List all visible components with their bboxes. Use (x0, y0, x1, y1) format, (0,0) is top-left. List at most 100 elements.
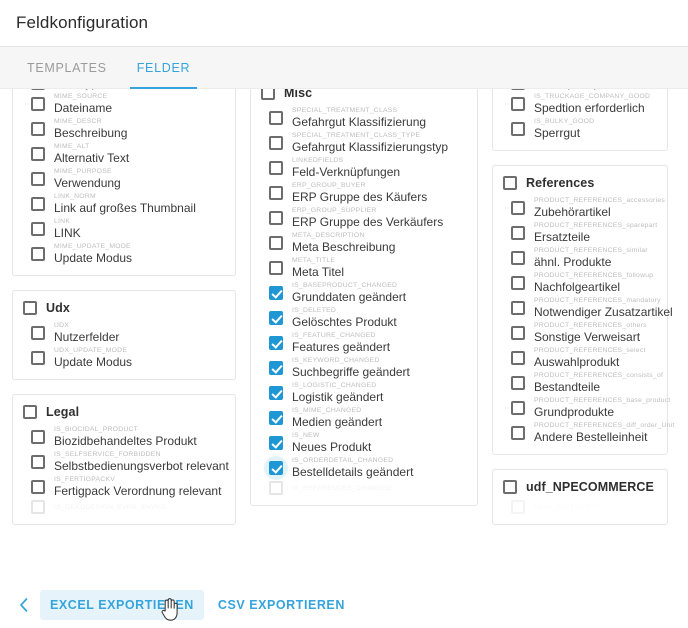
checkbox-unchecked-icon[interactable] (31, 429, 45, 444)
checkbox-unchecked-icon[interactable] (31, 196, 45, 211)
checkbox-unchecked-icon[interactable] (511, 96, 525, 111)
checkbox-hit-area[interactable] (26, 242, 50, 266)
checkbox-unchecked-icon[interactable] (269, 260, 283, 275)
checkbox-unchecked-icon[interactable] (31, 350, 45, 365)
checkbox-hit-area[interactable] (264, 231, 288, 255)
checkbox-unchecked-icon[interactable] (511, 200, 525, 215)
checkbox-hit-area[interactable] (264, 106, 288, 130)
field-checkbox-row[interactable]: IS_LOGISTIC_CHANGED Logistik geändert (259, 380, 469, 405)
field-checkbox-row[interactable]: UDX Nutzerfelder (21, 320, 227, 345)
checkbox-unchecked-icon[interactable] (31, 89, 45, 90)
checkbox-hit-area[interactable] (264, 381, 288, 405)
checkbox-checked-icon[interactable] (269, 435, 283, 450)
field-checkbox-row[interactable]: PRODUCT_REFERENCES_followup Nachfolgearti… (501, 270, 659, 295)
field-checkbox-row[interactable]: META_TITLE Meta Titel (259, 255, 469, 280)
field-checkbox-row[interactable]: META_DESCRIPTION Meta Beschreibung (259, 230, 469, 255)
checkbox-unchecked-icon[interactable] (511, 500, 525, 514)
checkbox-hit-area[interactable] (264, 406, 288, 430)
field-checkbox-row[interactable]: IS_BIOCIDAL_PRODUCT Biozidbehandeltes Pro… (21, 424, 227, 449)
field-checkbox-row[interactable]: SPECIAL_TREATMENT_CLASS Gefahrgut Klassif… (259, 105, 469, 130)
checkbox-unchecked-icon[interactable] (31, 121, 45, 136)
checkbox-unchecked-icon[interactable] (511, 425, 525, 440)
checkbox-hit-area[interactable] (264, 476, 288, 500)
checkbox-unchecked-icon[interactable] (511, 89, 525, 90)
checkbox-hit-area[interactable] (506, 396, 530, 420)
checkbox-unchecked-icon[interactable] (31, 146, 45, 161)
checkbox-hit-area[interactable] (26, 495, 50, 519)
group-header[interactable]: References (501, 173, 659, 195)
checkbox-unchecked-icon[interactable] (31, 246, 45, 261)
field-checkbox-row[interactable]: PRODUCT_REFERENCES_select Auswahlprodukt (501, 345, 659, 370)
checkbox-hit-area[interactable] (506, 271, 530, 295)
checkbox-unchecked-icon[interactable] (269, 160, 283, 175)
field-checkbox-row[interactable]: MIME_ALT Alternativ Text (21, 141, 227, 166)
checkbox-unchecked-icon[interactable] (269, 210, 283, 225)
checkbox-hit-area[interactable] (26, 346, 50, 370)
checkbox-hit-area[interactable] (498, 171, 522, 195)
checkbox-unchecked-icon[interactable] (269, 235, 283, 250)
checkbox-unchecked-icon[interactable] (31, 171, 45, 186)
field-checkbox-row[interactable]: MIME_UPDATE_MODE Update Modus (21, 241, 227, 266)
checkbox-unchecked-icon[interactable] (31, 500, 45, 514)
field-checkbox-row[interactable]: IS_TRUCKAGE_COMPANY_GOOD Spedtion erforde… (501, 91, 659, 116)
checkbox-unchecked-icon[interactable] (511, 375, 525, 390)
checkbox-hit-area[interactable] (26, 92, 50, 116)
checkbox-hit-area[interactable] (26, 117, 50, 141)
field-checkbox-row[interactable]: IS_OEKODESIGN_EVPG_ENVKG (21, 499, 227, 515)
fields-scroll-area[interactable]: DateitypMIME_SOURCEDateinameMIME_DESCRBe… (0, 89, 688, 582)
field-checkbox-row[interactable]: LINK_NORM Link auf großes Thumbnail (21, 191, 227, 216)
checkbox-hit-area[interactable] (26, 425, 50, 449)
checkbox-unchecked-icon[interactable] (269, 110, 283, 125)
checkbox-hit-area[interactable] (256, 89, 280, 105)
checkbox-hit-area[interactable] (264, 281, 288, 305)
checkbox-unchecked-icon[interactable] (23, 301, 37, 315)
field-checkbox-row[interactable]: PRODUCT_REFERENCES_similar ähnl. Produkte (501, 245, 659, 270)
checkbox-hit-area[interactable] (506, 117, 530, 141)
field-checkbox-row[interactable]: PRODUCT_REFERENCES_sparepart Ersatzteile (501, 220, 659, 245)
field-checkbox-row[interactable]: MIME_SOURCE Dateiname (21, 91, 227, 116)
group-header[interactable]: Legal (21, 402, 227, 424)
checkbox-hit-area[interactable] (506, 246, 530, 270)
checkbox-unchecked-icon[interactable] (511, 275, 525, 290)
checkbox-hit-area[interactable] (26, 217, 50, 241)
checkbox-checked-icon[interactable] (269, 335, 283, 350)
checkbox-hit-area[interactable] (264, 181, 288, 205)
checkbox-checked-icon[interactable] (269, 360, 283, 375)
checkbox-hit-area[interactable] (264, 306, 288, 330)
checkbox-unchecked-icon[interactable] (511, 400, 525, 415)
field-checkbox-row[interactable]: IS_KEYWORD_CHANGED Suchbegriffe geändert (259, 355, 469, 380)
checkbox-hit-area[interactable] (506, 371, 530, 395)
field-checkbox-row[interactable]: ERP_GROUP_SUPPLIER ERP Gruppe des Verkäuf… (259, 205, 469, 230)
checkbox-checked-icon[interactable] (269, 310, 283, 325)
field-checkbox-row[interactable]: PRODUCT_REFERENCES_others Sonstige Verwei… (501, 320, 659, 345)
checkbox-unchecked-icon[interactable] (503, 480, 517, 494)
checkbox-unchecked-icon[interactable] (23, 405, 37, 419)
checkbox-checked-icon[interactable] (269, 385, 283, 400)
checkbox-hit-area[interactable] (26, 321, 50, 345)
checkbox-unchecked-icon[interactable] (31, 454, 45, 469)
checkbox-unchecked-icon[interactable] (511, 325, 525, 340)
checkbox-hit-area[interactable] (264, 131, 288, 155)
checkbox-unchecked-icon[interactable] (269, 135, 283, 150)
checkbox-hit-area[interactable] (264, 356, 288, 380)
checkbox-hit-area[interactable] (18, 296, 42, 320)
field-checkbox-row[interactable]: PRODUCT_REFERENCES_consists_of Bestandtei… (501, 370, 663, 395)
group-header[interactable]: Udx (21, 298, 227, 320)
checkbox-hit-area[interactable] (18, 400, 42, 424)
checkbox-hit-area[interactable] (506, 296, 530, 320)
checkbox-unchecked-icon[interactable] (511, 350, 525, 365)
checkbox-unchecked-icon[interactable] (31, 479, 45, 494)
checkbox-hit-area[interactable] (26, 142, 50, 166)
field-checkbox-row[interactable]: IS_DELETED Gelöschtes Produkt (259, 305, 469, 330)
field-checkbox-row[interactable]: ERP_GROUP_BUYER ERP Gruppe des Käufers (259, 180, 469, 205)
checkbox-hit-area[interactable] (26, 167, 50, 191)
chevron-left-icon[interactable] (10, 592, 36, 618)
field-checkbox-row[interactable]: PRODUCT_REFERENCES_diff_order_Unit Andere… (501, 420, 674, 445)
checkbox-unchecked-icon[interactable] (31, 96, 45, 111)
field-checkbox-row[interactable]: IS_ORDERDETAIL_CHANGED Bestelldetails geä… (259, 455, 469, 480)
checkbox-hit-area[interactable] (506, 495, 530, 519)
field-checkbox-row[interactable]: IS_FERTIGPACKV Fertigpack Verordnung rele… (21, 474, 227, 499)
checkbox-hit-area[interactable] (264, 431, 288, 455)
checkbox-unchecked-icon[interactable] (269, 185, 283, 200)
checkbox-hit-area[interactable] (506, 321, 530, 345)
